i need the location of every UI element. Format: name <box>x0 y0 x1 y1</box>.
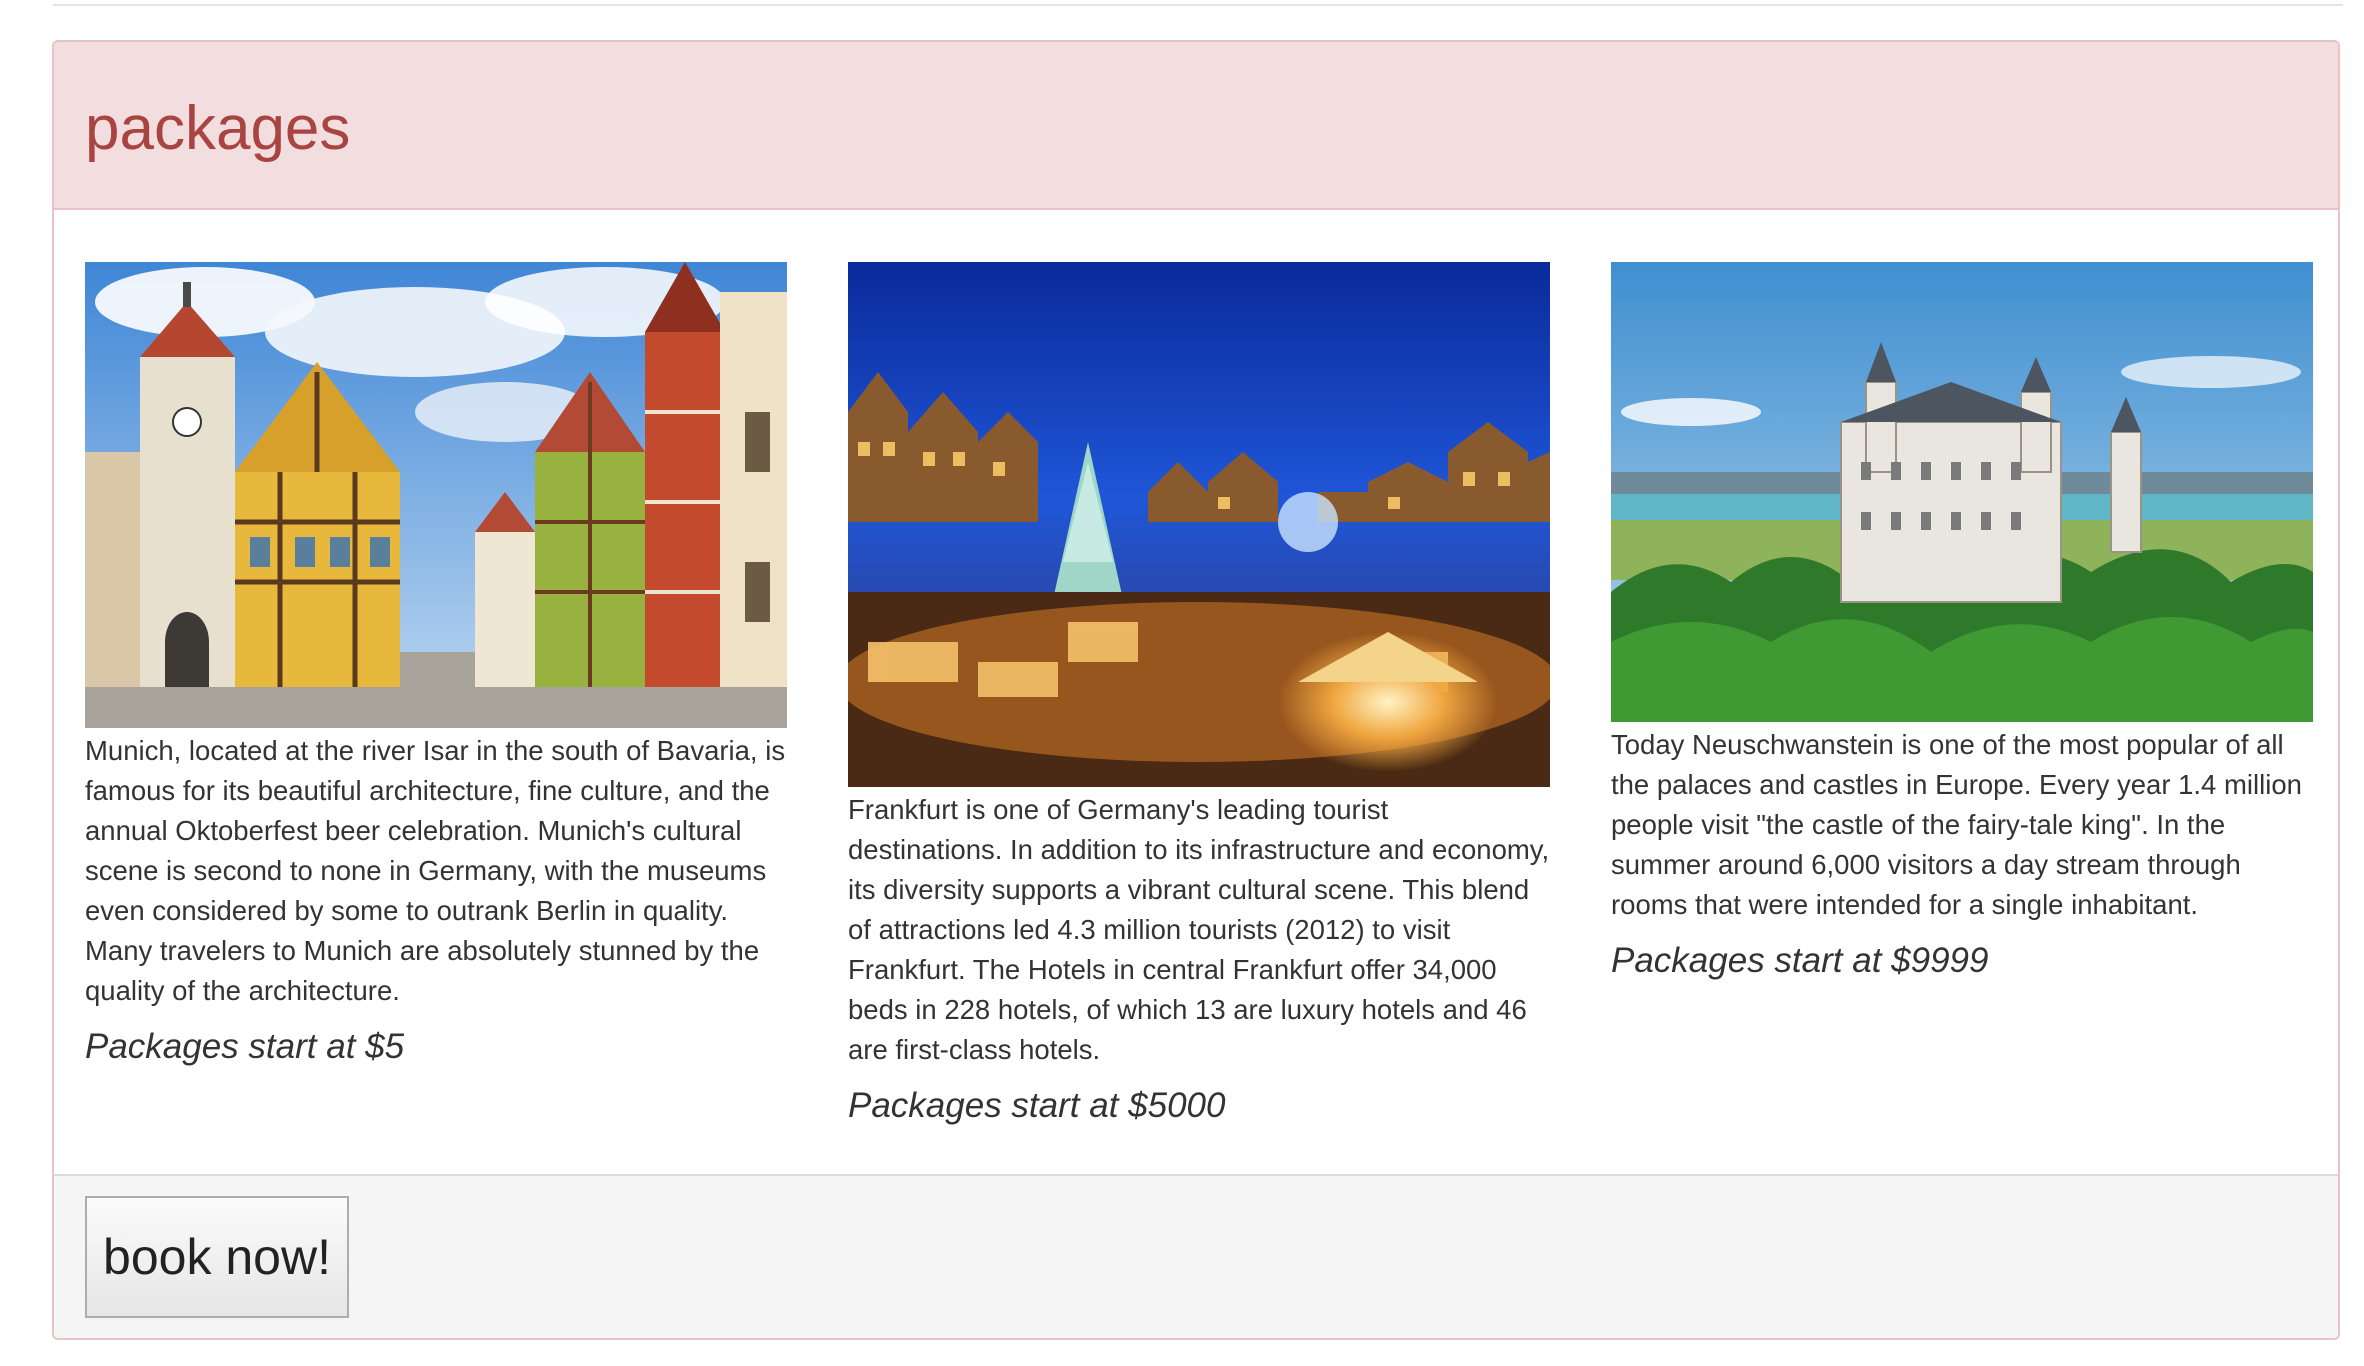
panel-title: packages <box>85 94 351 163</box>
panel-heading: packages <box>54 42 2338 210</box>
munich-image <box>85 262 787 728</box>
package-card-frankfurt: Frankfurt is one of Germany's leading to… <box>848 262 1550 1128</box>
book-now-button[interactable]: book now! <box>85 1196 349 1318</box>
package-card-neuschwanstein: Today Neuschwanstein is one of the most … <box>1611 262 2313 983</box>
neuschwanstein-castle-photo <box>1611 262 2313 722</box>
panel-body: Munich, located at the river Isar in the… <box>54 210 2338 1216</box>
top-divider <box>53 0 2343 6</box>
frankfurt-christmas-market-photo <box>848 262 1550 787</box>
package-description: Munich, located at the river Isar in the… <box>85 735 786 1006</box>
panel-footer: book now! <box>54 1174 2338 1338</box>
package-price: Packages start at $9999 <box>1611 941 1989 980</box>
package-price: Packages start at $5000 <box>848 1086 1226 1125</box>
packages-panel: packages Munich, located at the river Is… <box>52 40 2340 1340</box>
neuschwanstein-image <box>1611 262 2313 722</box>
package-description: Frankfurt is one of Germany's leading to… <box>848 794 1550 1065</box>
munich-old-town-photo <box>85 262 787 728</box>
frankfurt-image <box>848 262 1550 787</box>
package-description: Today Neuschwanstein is one of the most … <box>1611 729 2302 920</box>
package-card-munich: Munich, located at the river Isar in the… <box>85 262 787 1069</box>
package-price: Packages start at $5 <box>85 1027 405 1066</box>
